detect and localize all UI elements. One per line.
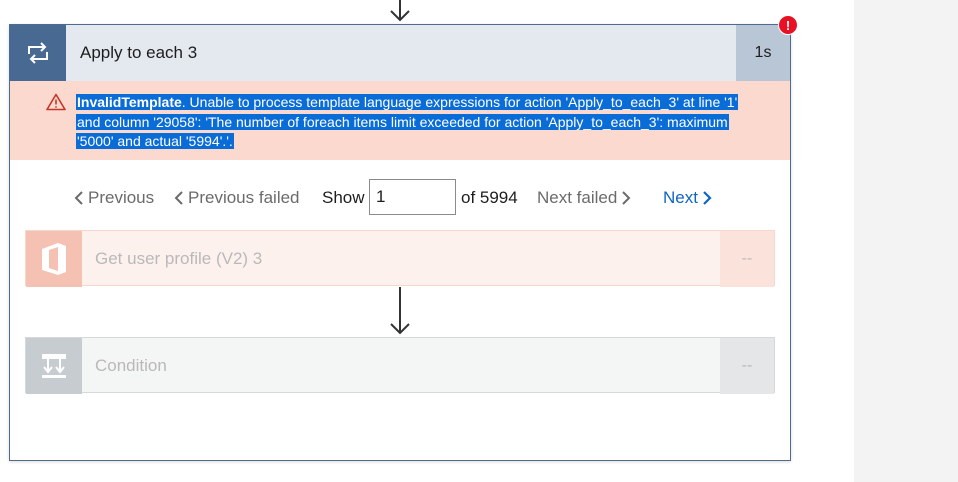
action-duration: -- bbox=[720, 338, 774, 394]
action-label: Condition bbox=[95, 356, 167, 375]
previous-failed-label: Previous failed bbox=[188, 188, 300, 207]
next-failed-button[interactable]: Next failed bbox=[537, 188, 631, 208]
card-header[interactable]: Apply to each 3 1s bbox=[10, 25, 790, 81]
warning-triangle-icon bbox=[46, 93, 66, 111]
next-button[interactable]: Next bbox=[663, 188, 712, 208]
flow-canvas: Apply to each 3 1s InvalidTemplate. Unab… bbox=[0, 0, 854, 482]
next-failed-label: Next failed bbox=[537, 188, 618, 207]
office-logo-icon bbox=[26, 231, 82, 287]
previous-label: Previous bbox=[88, 188, 155, 207]
chevron-left-icon bbox=[74, 191, 83, 205]
action-duration: -- bbox=[720, 231, 774, 287]
iteration-pager: Previous Previous failed Show of 5994 Ne… bbox=[10, 178, 790, 218]
action-label: Get user profile (V2) 3 bbox=[95, 249, 263, 268]
iteration-number-input[interactable] bbox=[369, 179, 456, 215]
loop-icon bbox=[10, 25, 66, 81]
show-label: Show bbox=[322, 188, 365, 207]
chevron-left-icon bbox=[174, 191, 183, 205]
error-badge: ! bbox=[778, 15, 798, 35]
card-title: Apply to each 3 bbox=[80, 43, 198, 62]
get-user-profile-action[interactable]: Get user profile (V2) 3 -- bbox=[25, 230, 775, 287]
apply-to-each-card: Apply to each 3 1s InvalidTemplate. Unab… bbox=[9, 24, 791, 461]
previous-button[interactable]: Previous bbox=[74, 188, 154, 208]
iteration-total: of 5994 bbox=[461, 188, 518, 207]
chevron-right-icon bbox=[703, 191, 712, 205]
right-background-strip bbox=[854, 0, 958, 482]
connector-arrow bbox=[390, 287, 410, 335]
error-banner: InvalidTemplate. Unable to process templ… bbox=[10, 81, 790, 160]
condition-icon bbox=[26, 338, 82, 394]
error-message[interactable]: InvalidTemplate. Unable to process templ… bbox=[76, 93, 756, 152]
chevron-right-icon bbox=[622, 191, 631, 205]
condition-action[interactable]: Condition -- bbox=[25, 337, 775, 394]
next-label: Next bbox=[663, 188, 698, 207]
connector-arrow-top bbox=[390, 0, 410, 22]
previous-failed-button[interactable]: Previous failed bbox=[174, 188, 300, 208]
error-code: InvalidTemplate bbox=[77, 94, 182, 110]
